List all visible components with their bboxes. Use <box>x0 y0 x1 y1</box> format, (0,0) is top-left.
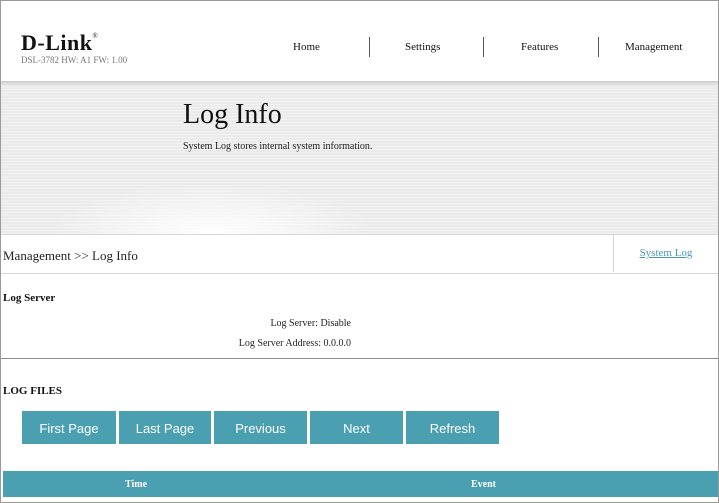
nav-management[interactable]: Management <box>625 41 682 53</box>
log-server-status: Log Server: Disable <box>270 318 351 329</box>
page-description: System Log stores internal system inform… <box>183 141 373 152</box>
log-table-body <box>3 497 718 502</box>
nav-separator <box>369 37 370 57</box>
model-info: DSL-3782 HW: A1 FW: 1.00 <box>21 55 128 65</box>
breadcrumb-bar: Management >> Log Info System Log <box>1 234 718 274</box>
column-event: Event <box>471 479 496 490</box>
page-banner: Log Info System Log stores internal syst… <box>1 81 718 234</box>
nav-features[interactable]: Features <box>521 41 558 53</box>
top-header: D-Link® DSL-3782 HW: A1 FW: 1.00 Home Se… <box>1 1 718 82</box>
nav-separator <box>598 37 599 57</box>
log-files-title: LOG FILES <box>3 385 62 397</box>
last-page-button[interactable]: Last Page <box>119 411 211 444</box>
refresh-button[interactable]: Refresh <box>406 411 499 444</box>
previous-button[interactable]: Previous <box>214 411 307 444</box>
next-button[interactable]: Next <box>310 411 403 444</box>
nav-home[interactable]: Home <box>293 41 320 53</box>
section-divider <box>1 358 718 359</box>
log-server-title: Log Server <box>3 292 56 304</box>
nav-separator <box>483 37 484 57</box>
log-table-header: Time Event <box>3 471 718 497</box>
router-admin-page: D-Link® DSL-3782 HW: A1 FW: 1.00 Home Se… <box>0 0 719 503</box>
breadcrumb: Management >> Log Info <box>3 248 138 263</box>
nav-settings[interactable]: Settings <box>405 41 440 53</box>
dlink-logo: D-Link® <box>21 30 99 55</box>
tab-system-log[interactable]: System Log <box>613 234 718 272</box>
column-time: Time <box>125 479 148 490</box>
first-page-button[interactable]: First Page <box>22 411 116 444</box>
log-server-address: Log Server Address: 0.0.0.0 <box>238 338 351 349</box>
page-title: Log Info <box>183 99 282 130</box>
